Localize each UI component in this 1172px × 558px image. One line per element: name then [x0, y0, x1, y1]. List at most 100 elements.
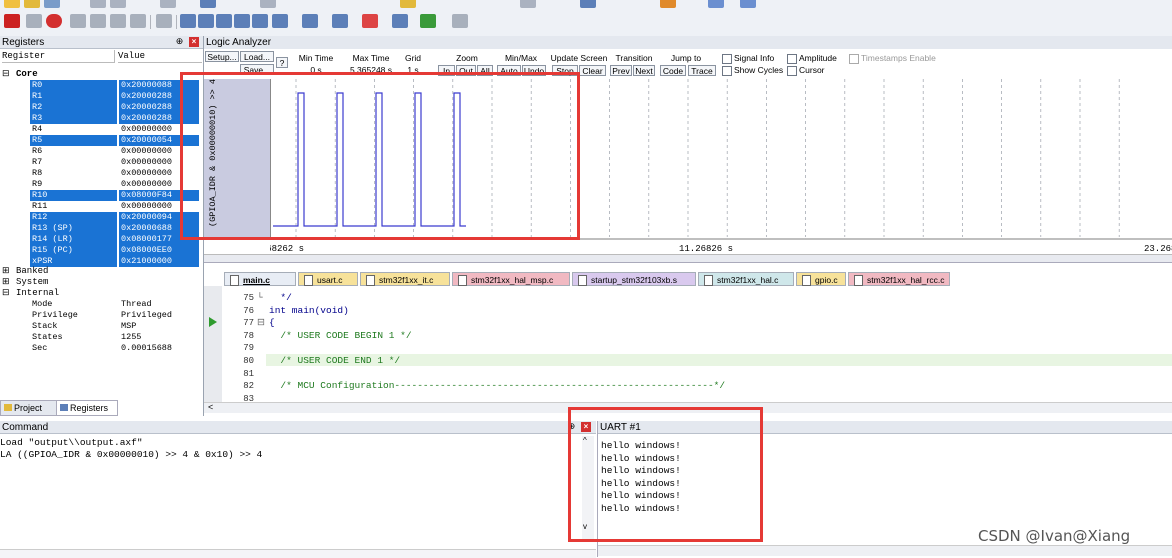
combo-box[interactable] [520, 0, 536, 8]
internal-row[interactable]: Sec 0.00015688 [0, 343, 200, 354]
pin-icon[interactable]: ⊕ [175, 37, 184, 46]
reset-icon[interactable] [4, 14, 20, 28]
timestamps-checkbox[interactable] [849, 54, 859, 64]
register-row[interactable]: R7 0x00000000 [0, 157, 200, 168]
trace-icon[interactable] [392, 14, 408, 28]
group-banked[interactable]: Banked [16, 266, 48, 277]
signal-info-checkbox[interactable] [722, 54, 732, 64]
register-value[interactable]: 0x00000000 [121, 179, 172, 190]
load-button[interactable]: Load... [240, 51, 274, 62]
window-icon[interactable] [708, 0, 724, 8]
registers-icon[interactable] [234, 14, 250, 28]
find-icon[interactable] [400, 0, 416, 8]
settings-icon[interactable] [660, 0, 676, 8]
stop-icon[interactable] [46, 14, 62, 28]
show-next-statement-icon[interactable] [156, 14, 172, 28]
close-icon[interactable]: × [189, 37, 199, 47]
internal-row[interactable]: Stack MSP [0, 321, 200, 332]
register-row[interactable]: R8 0x00000000 [0, 168, 200, 179]
expander-banked[interactable]: ⊞ [2, 266, 10, 277]
register-row[interactable]: R10 0x08000F84 [0, 190, 200, 201]
register-row[interactable]: R0 0x20000088 [0, 80, 200, 91]
editor-tab[interactable]: stm32f1xx_hal.c [698, 272, 794, 286]
run-icon[interactable] [26, 14, 42, 28]
symbols-icon[interactable] [216, 14, 232, 28]
group-internal[interactable]: Internal [16, 288, 59, 299]
register-value[interactable]: 0x00000000 [121, 201, 172, 212]
code-line[interactable]: /* MCU Configuration--------------------… [269, 380, 725, 392]
trace-button[interactable]: Trace [688, 65, 716, 76]
register-row[interactable]: R12 0x20000094 [0, 212, 200, 223]
search-icon[interactable] [580, 0, 596, 8]
help-button[interactable]: ? [276, 57, 288, 68]
register-row[interactable]: R1 0x20000288 [0, 91, 200, 102]
group-system[interactable]: System [16, 277, 48, 288]
setup-button[interactable]: Setup... [205, 51, 239, 62]
watch-icon[interactable] [272, 14, 288, 28]
show-cycles-checkbox[interactable] [722, 66, 732, 76]
register-row[interactable]: R11 0x00000000 [0, 201, 200, 212]
column-header-value[interactable]: Value [118, 50, 202, 63]
register-row[interactable]: R6 0x00000000 [0, 146, 200, 157]
register-value[interactable]: 0x21000000 [119, 256, 199, 267]
step-into-icon[interactable] [70, 14, 86, 28]
step-over-icon[interactable] [90, 14, 106, 28]
code-line[interactable]: { [269, 317, 275, 329]
clear-button[interactable]: Clear [579, 65, 606, 76]
save-icon[interactable] [44, 0, 60, 8]
scroll-left-icon[interactable]: < [208, 402, 213, 412]
prev-button[interactable]: Prev [610, 65, 632, 76]
editor-tab[interactable]: usart.c [298, 272, 358, 286]
serial-icon[interactable] [332, 14, 348, 28]
register-row[interactable]: R13 (SP) 0x20000688 [0, 223, 200, 234]
register-value[interactable]: 0x00000000 [121, 124, 172, 135]
internal-row[interactable]: States 1255 [0, 332, 200, 343]
open-file-icon[interactable] [24, 0, 40, 8]
code-line[interactable]: int main(void) [269, 305, 349, 317]
register-value[interactable]: 0x08000EE0 [119, 245, 199, 256]
internal-row[interactable]: Privilege Privileged [0, 310, 200, 321]
editor-tab[interactable]: stm32f1xx_it.c [360, 272, 450, 286]
tab-project[interactable]: Project [0, 400, 58, 416]
editor-tab[interactable]: stm32f1xx_hal_rcc.c [848, 272, 950, 286]
editor-tab[interactable]: main.c [224, 272, 296, 286]
register-row[interactable]: R15 (PC) 0x08000EE0 [0, 245, 200, 256]
register-value[interactable]: 0x00000000 [121, 146, 172, 157]
internal-row[interactable]: Mode Thread [0, 299, 200, 310]
analysis-icon[interactable] [362, 14, 378, 28]
column-header-register[interactable]: Register [2, 50, 115, 63]
undo-icon[interactable] [160, 0, 176, 8]
register-row[interactable]: R2 0x20000288 [0, 102, 200, 113]
cursor-checkbox[interactable] [787, 66, 797, 76]
register-row[interactable]: R4 0x00000000 [0, 124, 200, 135]
editor-tab[interactable]: gpio.c [796, 272, 846, 286]
code-line[interactable]: /* USER CODE BEGIN 1 */ [269, 330, 411, 342]
register-row[interactable]: R14 (LR) 0x08000177 [0, 234, 200, 245]
code-line[interactable]: */ [269, 292, 291, 304]
toolbox-icon[interactable] [452, 14, 468, 28]
code-button[interactable]: Code [660, 65, 686, 76]
step-out-icon[interactable] [110, 14, 126, 28]
uart-scrollbar[interactable] [598, 545, 1172, 556]
amplitude-checkbox[interactable] [787, 54, 797, 64]
run-to-cursor-icon[interactable] [130, 14, 146, 28]
expander-internal[interactable]: ⊟ [2, 288, 10, 299]
wrench-icon[interactable] [740, 0, 756, 8]
bookmark-icon[interactable] [260, 0, 276, 8]
system-viewer-icon[interactable] [420, 14, 436, 28]
code-line[interactable]: /* USER CODE END 1 */ [269, 355, 400, 367]
call-stack-icon[interactable] [252, 14, 268, 28]
register-row[interactable]: R9 0x00000000 [0, 179, 200, 190]
register-row[interactable]: R5 0x20000054 [0, 135, 200, 146]
back-icon[interactable] [200, 0, 216, 8]
cut-icon[interactable] [90, 0, 106, 8]
expander-core[interactable]: ⊟ [2, 69, 10, 80]
disassembly-icon[interactable] [198, 14, 214, 28]
expander-system[interactable]: ⊞ [2, 277, 10, 288]
next-button[interactable]: Next [633, 65, 655, 76]
editor-tab[interactable]: startup_stm32f103xb.s [572, 272, 696, 286]
fold-marker[interactable]: └ [257, 292, 263, 304]
command-window-icon[interactable] [180, 14, 196, 28]
editor-tab[interactable]: stm32f1xx_hal_msp.c [452, 272, 570, 286]
register-row[interactable]: R3 0x20000288 [0, 113, 200, 124]
